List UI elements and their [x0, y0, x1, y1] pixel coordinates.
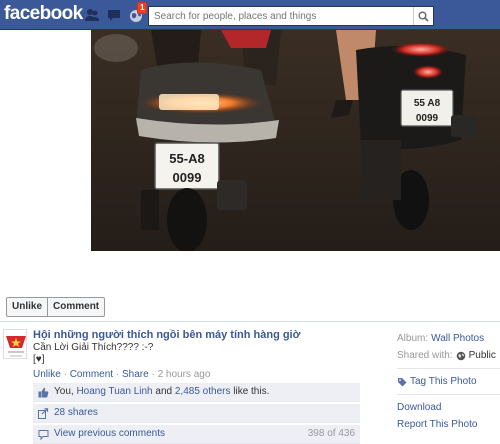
download-row: Download [397, 399, 500, 416]
report-photo-link[interactable]: Report This Photo [397, 418, 477, 431]
facebook-logo[interactable]: facebook [4, 3, 83, 25]
view-previous-comments-link[interactable]: View previous comments [54, 427, 165, 441]
meta-separator: · [115, 369, 120, 380]
album-row: Album: Wall Photos [397, 330, 500, 347]
tag-row: Tag This Photo [397, 373, 500, 390]
album-link[interactable]: Wall Photos [431, 332, 484, 345]
post-author[interactable]: Hội những người thích ngồi bên máy tính … [33, 328, 363, 342]
share-icon [38, 407, 49, 419]
divider [0, 321, 500, 322]
unlike-button[interactable]: Unlike [7, 298, 47, 316]
privacy-row: Shared with: Public [397, 347, 500, 364]
shares-row: 28 shares [33, 404, 360, 423]
friend-requests-icon[interactable] [84, 7, 100, 23]
globe-icon [456, 351, 465, 360]
likes-friend-link[interactable]: Hoang Tuan Linh [76, 386, 152, 397]
comment-bubble-icon [38, 429, 49, 440]
comment-button[interactable]: Comment [47, 298, 104, 316]
notifications-globe-icon[interactable]: 1 [128, 2, 148, 23]
meta-unlike-link[interactable]: Unlike [33, 369, 61, 380]
left-plate-line1: 55-A8 [169, 151, 204, 166]
meta-comment-link[interactable]: Comment [70, 369, 113, 380]
likes-row: You, Hoang Tuan Linh and 2,485 others li… [33, 383, 360, 402]
page-avatar[interactable] [3, 329, 27, 359]
like-thumb-icon [38, 387, 49, 397]
privacy-value[interactable]: Public [469, 349, 496, 362]
post-emoticon: [♥] [33, 354, 45, 365]
comments-row: View previous comments 398 of 436 [33, 425, 360, 444]
meta-share-link[interactable]: Share [122, 369, 149, 380]
search-button[interactable] [413, 7, 433, 25]
photo-sidebar: Album: Wall Photos Shared with: Public T… [397, 330, 500, 433]
notification-badge: 1 [137, 2, 148, 14]
tag-photo-link[interactable]: Tag This Photo [410, 375, 477, 388]
likes-text: You, Hoang Tuan Linh and 2,485 others li… [54, 385, 269, 399]
download-link[interactable]: Download [397, 401, 441, 414]
likes-others-link[interactable]: 2,485 others [175, 386, 231, 397]
meta-separator: · [151, 369, 155, 380]
post-meta: Unlike · Comment · Share · 2 hours ago [33, 369, 363, 380]
search-box [148, 6, 434, 26]
likes-you: You, [54, 386, 74, 397]
report-row: Report This Photo [397, 416, 500, 433]
post-text: Cần Lời Giải Thích???? :-? [33, 342, 154, 353]
post-timestamp[interactable]: 2 hours ago [158, 369, 211, 380]
sidebar-divider [397, 394, 500, 395]
album-label: Album: [397, 333, 429, 344]
right-plate-line1: 55 A8 [414, 98, 441, 109]
search-icon [418, 11, 429, 22]
messages-icon[interactable] [106, 7, 122, 23]
photo-stage: 55-A8 0099 55 A8 0099 [0, 30, 500, 285]
tag-icon [398, 377, 407, 386]
top-bar: facebook 1 [0, 0, 500, 30]
right-plate-line2: 0099 [416, 113, 439, 124]
comments-count: 398 of 436 [307, 428, 355, 439]
left-plate-line2: 0099 [173, 170, 202, 185]
photo-motorbikes[interactable]: 55-A8 0099 55 A8 0099 [91, 30, 500, 251]
photo-actions: Unlike Comment [6, 297, 106, 317]
feedback-box: You, Hoang Tuan Linh and 2,485 others li… [33, 383, 360, 444]
shares-link[interactable]: 28 shares [54, 406, 98, 420]
jewel-icons: 1 [84, 2, 148, 23]
meta-separator: · [63, 369, 67, 380]
sidebar-divider [397, 368, 500, 369]
likes-and: and [155, 386, 173, 397]
search-input[interactable] [149, 7, 413, 25]
post-body: Hội những người thích ngồi bên máy tính … [33, 328, 363, 380]
likes-tail: like this. [233, 386, 270, 397]
shared-with-label: Shared with: [397, 350, 453, 361]
